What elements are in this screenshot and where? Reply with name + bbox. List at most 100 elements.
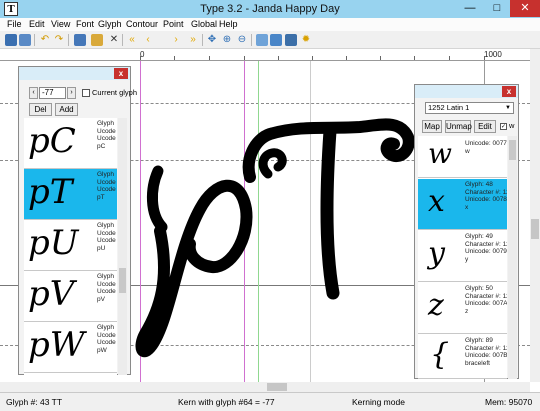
redo-icon[interactable]: ↷ xyxy=(53,34,65,46)
glyph-list-scrollbar[interactable] xyxy=(508,136,517,379)
list-item[interactable]: pV Glyph Ucode Ucode pV xyxy=(24,271,117,322)
menu-global[interactable]: Global xyxy=(191,19,217,29)
menu-help[interactable]: Help xyxy=(219,19,238,29)
glyph-info: Unicode: 0077 w xyxy=(465,140,507,155)
vertical-scroll-thumb[interactable] xyxy=(531,219,539,239)
minimize-button[interactable]: — xyxy=(457,0,483,17)
current-glyph-label: Current glyph xyxy=(92,88,138,97)
glyph-list[interactable]: w Unicode: 0077 w x Glyph: 48 Character … xyxy=(418,136,507,379)
status-memory: Mem: 95070 xyxy=(485,397,533,407)
kern-value-input[interactable]: -77 xyxy=(39,87,66,99)
toolbar-separator xyxy=(34,34,35,46)
glyph-info: Glyph: 50 Character #: 12 Unicode: 007A … xyxy=(465,285,507,315)
option-checkbox[interactable]: ✓ xyxy=(500,123,507,130)
status-mode: Kerning mode xyxy=(352,397,405,407)
codepage-value: 1252 Latin 1 xyxy=(428,103,470,112)
glyph-info: Glyph: 89 Character #: 12 Unicode: 007B … xyxy=(465,337,507,367)
kern-pair-glyphs: pV xyxy=(28,274,75,314)
character-map-close-button[interactable]: x xyxy=(502,86,516,97)
font-info-icon[interactable] xyxy=(285,34,297,46)
list-item[interactable]: pW Glyph Ucode Ucode pW xyxy=(24,322,117,373)
glyph-info: Glyph: 48 Character #: 12 Unicode: 0078 … xyxy=(465,181,507,211)
list-item[interactable]: pU Glyph Ucode Ucode pU xyxy=(24,220,117,271)
kern-pair-list[interactable]: pC Glyph Ucode Ucode pC pT Glyph Ucode U… xyxy=(24,118,117,375)
kern-pair-glyphs: pU xyxy=(28,223,79,263)
menu-contour[interactable]: Contour xyxy=(126,19,158,29)
close-window-button[interactable]: ✕ xyxy=(510,0,540,17)
kern-list-scroll-thumb[interactable] xyxy=(119,268,126,293)
status-kern: Kern with glyph #64 = -77 xyxy=(178,397,275,407)
toolbar-separator xyxy=(202,34,203,46)
menu-edit[interactable]: Edit xyxy=(29,19,45,29)
del-button[interactable]: Del xyxy=(29,103,52,116)
list-item-selected[interactable]: pT Glyph Ucode Ucode pT xyxy=(24,169,117,220)
kern-pair-info: Glyph Ucode Ucode pU xyxy=(97,222,116,252)
vertical-scrollbar[interactable] xyxy=(530,49,540,382)
paste-icon[interactable] xyxy=(91,34,103,46)
title-bar: T Type 3.2 - Janda Happy Day — □ ✕ xyxy=(0,0,540,18)
list-item[interactable]: w Unicode: 0077 w xyxy=(418,136,507,178)
prev-icon[interactable]: ‹ xyxy=(142,34,154,46)
menu-glyph[interactable]: Glyph xyxy=(98,19,122,29)
kern-pair-info: Glyph Ucode Ucode pC xyxy=(97,120,116,150)
kern-pair-glyphs: pT xyxy=(28,172,73,212)
kern-pair-glyphs: pW xyxy=(28,325,85,365)
toolbar-separator xyxy=(68,34,69,46)
last-icon[interactable]: » xyxy=(187,34,199,46)
status-bar: Glyph #: 43 TT Kern with glyph #64 = -77… xyxy=(0,392,540,411)
menu-file[interactable]: File xyxy=(7,19,22,29)
preview-icon[interactable] xyxy=(256,34,268,46)
map-button[interactable]: Map xyxy=(422,120,442,133)
save-copy-icon[interactable] xyxy=(19,34,31,46)
edit-button[interactable]: Edit xyxy=(474,120,496,133)
list-item[interactable]: pC Glyph Ucode Ucode pC xyxy=(24,118,117,169)
zoom-out-icon[interactable]: ⊖ xyxy=(236,34,248,46)
first-icon[interactable]: « xyxy=(126,34,138,46)
kerning-panel-close-button[interactable]: x xyxy=(114,68,128,79)
copy-icon[interactable] xyxy=(74,34,86,46)
horizontal-scroll-thumb[interactable] xyxy=(267,383,287,391)
menu-bar: File Edit View Font Glyph Contour Point … xyxy=(0,18,540,31)
undo-icon[interactable]: ↶ xyxy=(39,34,51,46)
unmap-button[interactable]: Unmap xyxy=(445,120,472,133)
current-glyph-checkbox[interactable] xyxy=(82,89,90,97)
kerning-panel: x ‹ -77 › Current glyph Del Add pC Glyph… xyxy=(18,66,137,375)
list-item[interactable]: { Glyph: 89 Character #: 12 Unicode: 007… xyxy=(418,335,507,379)
toolbar-separator xyxy=(251,34,252,46)
kern-increment-button[interactable]: › xyxy=(67,87,76,99)
character-map-panel: x 1252 Latin 1 ▼ Map Unmap Edit ✓ w w Un… xyxy=(414,84,519,379)
glyph-info-icon[interactable] xyxy=(270,34,282,46)
glyph-list-scroll-thumb[interactable] xyxy=(509,140,516,160)
glyph-preview: y xyxy=(428,236,445,271)
next-icon[interactable]: › xyxy=(170,34,182,46)
delete-icon[interactable]: ✕ xyxy=(108,34,120,46)
zoom-in-icon[interactable]: ⊕ xyxy=(221,34,233,46)
menu-view[interactable]: View xyxy=(51,19,70,29)
glyph-preview: w xyxy=(428,137,452,170)
horizontal-scrollbar[interactable] xyxy=(0,382,530,392)
menu-font[interactable]: Font xyxy=(76,19,94,29)
save-icon[interactable] xyxy=(5,34,17,46)
kern-pair-info: Glyph Ucode Ucode pT xyxy=(97,171,116,201)
glyph-preview: { xyxy=(430,337,450,372)
list-item[interactable]: z Glyph: 50 Character #: 12 Unicode: 007… xyxy=(418,283,507,334)
codepage-select[interactable]: 1252 Latin 1 ▼ xyxy=(425,102,514,114)
glyph-preview: z xyxy=(428,288,444,323)
settings-icon[interactable]: ✹ xyxy=(300,34,312,46)
kern-pair-info: Glyph Ucode Ucode pV xyxy=(97,273,116,303)
list-item[interactable]: y Glyph: 49 Character #: 12 Unicode: 007… xyxy=(418,231,507,282)
kern-decrement-button[interactable]: ‹ xyxy=(29,87,38,99)
toolbar-separator xyxy=(122,34,123,46)
kern-list-scrollbar[interactable] xyxy=(118,118,127,375)
maximize-button[interactable]: □ xyxy=(484,0,510,17)
chevron-down-icon: ▼ xyxy=(505,105,511,111)
move-icon[interactable]: ✥ xyxy=(206,34,218,46)
glyph-preview: x xyxy=(428,184,445,219)
menu-point[interactable]: Point xyxy=(163,19,184,29)
list-item-selected[interactable]: x Glyph: 48 Character #: 12 Unicode: 007… xyxy=(418,179,507,230)
option-checkbox-label: w xyxy=(509,121,515,130)
kern-pair-info: Glyph Ucode Ucode pW xyxy=(97,324,116,354)
add-button[interactable]: Add xyxy=(55,103,78,116)
status-glyph: Glyph #: 43 TT xyxy=(6,397,63,407)
toolbar: ↶ ↷ ✕ « ‹ › » ✥ ⊕ ⊖ ✹ xyxy=(0,31,540,49)
